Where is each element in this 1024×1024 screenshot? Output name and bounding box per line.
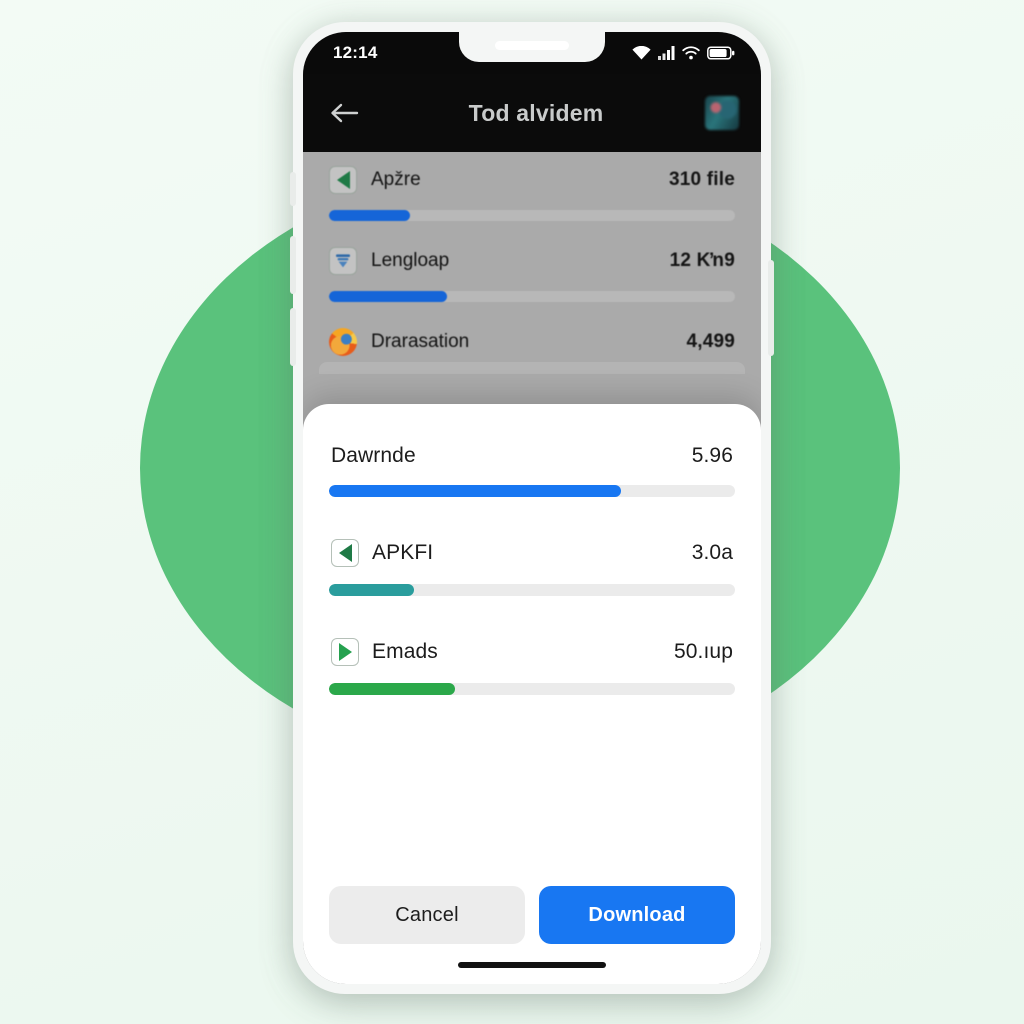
sheet-action-bar: Cancel Download [329, 886, 735, 962]
download-funnel-icon [329, 247, 357, 275]
sheet-download-list: Dawrnde 5.96 APKFI 3.0a Emads 50.ıup [329, 444, 735, 737]
progress-track [329, 210, 735, 221]
scene: 12:14 Tod alvidem Apžre 310 file Lengloa… [0, 0, 1024, 1024]
volume-down-button[interactable] [290, 308, 296, 366]
cancel-button[interactable]: Cancel [329, 886, 525, 944]
silent-switch-button[interactable] [290, 172, 296, 206]
volume-up-button[interactable] [290, 236, 296, 294]
background-download-list: Apžre 310 file Lengloap 12 Kŉ9 Drarasati… [303, 152, 761, 432]
list-item-size: 4,499 [686, 331, 735, 352]
list-item-label: Apžre [371, 169, 421, 190]
list-item-partial [319, 362, 745, 374]
list-item-size: 5.96 [691, 444, 733, 467]
progress-fill [329, 485, 622, 497]
progress-fill [329, 210, 411, 221]
progress-fill [329, 291, 447, 302]
video-left-triangle-icon [329, 166, 357, 194]
list-item-size: 12 Kŉ9 [669, 250, 735, 271]
progress-track [329, 584, 735, 596]
list-item-size: 310 file [668, 169, 735, 190]
progress-track [329, 485, 735, 497]
progress-fill [329, 683, 455, 695]
video-right-triangle-icon [331, 638, 359, 666]
list-item-header: APKFI 3.0a [329, 539, 735, 567]
status-bar: 12:14 [303, 32, 761, 74]
phone-device-frame: 12:14 Tod alvidem Apžre 310 file Lengloa… [290, 22, 774, 994]
list-item[interactable]: Dawrnde 5.96 [329, 444, 735, 497]
power-button[interactable] [768, 260, 774, 356]
wifi-icon [682, 46, 700, 60]
list-item-header: Apžre 310 file [329, 166, 735, 194]
list-item[interactable]: Lengloap 12 Kŉ9 [329, 247, 735, 302]
battery-icon [707, 46, 735, 60]
list-item-size: 3.0a [691, 541, 733, 564]
list-item-label: Drarasation [371, 331, 470, 352]
phone-screen: 12:14 Tod alvidem Apžre 310 file Lengloa… [303, 32, 761, 984]
download-bottom-sheet: Dawrnde 5.96 APKFI 3.0a Emads 50.ıup Can… [303, 404, 761, 984]
list-item-label: Dawrnde [331, 444, 416, 467]
progress-fill [329, 584, 415, 596]
list-item-header: Lengloap 12 Kŉ9 [329, 247, 735, 275]
list-item-label: Lengloap [371, 250, 450, 271]
notch-speaker-pill [495, 41, 569, 50]
video-left-triangle-icon [331, 539, 359, 567]
back-arrow-icon[interactable] [323, 91, 367, 135]
list-item[interactable]: Apžre 310 file [329, 166, 735, 221]
app-avatar-icon[interactable] [705, 96, 739, 130]
download-button[interactable]: Download [539, 886, 735, 944]
list-item-header: Emads 50.ıup [329, 638, 735, 666]
status-bar-clock: 12:14 [333, 43, 378, 62]
status-bar-icons [632, 46, 735, 60]
firefox-icon [329, 328, 357, 356]
list-item-size: 50.ıup [674, 640, 733, 663]
list-item-label: APKFI [372, 541, 434, 564]
cellular-signal-icon [658, 46, 675, 60]
progress-track [329, 683, 735, 695]
page-title: Tod alvidem [468, 99, 604, 126]
list-item[interactable]: Drarasation 4,499 [329, 328, 735, 356]
app-bar: Tod alvidem [303, 74, 761, 152]
list-item-header: Dawrnde 5.96 [329, 444, 735, 468]
home-indicator[interactable] [458, 962, 606, 968]
list-item-header: Drarasation 4,499 [329, 328, 735, 356]
list-item[interactable]: Emads 50.ıup [329, 638, 735, 695]
list-item-label: Emads [372, 640, 438, 663]
progress-track [329, 291, 735, 302]
wifi-filled-icon [632, 46, 651, 60]
device-notch [459, 32, 605, 62]
list-item[interactable]: APKFI 3.0a [329, 539, 735, 596]
